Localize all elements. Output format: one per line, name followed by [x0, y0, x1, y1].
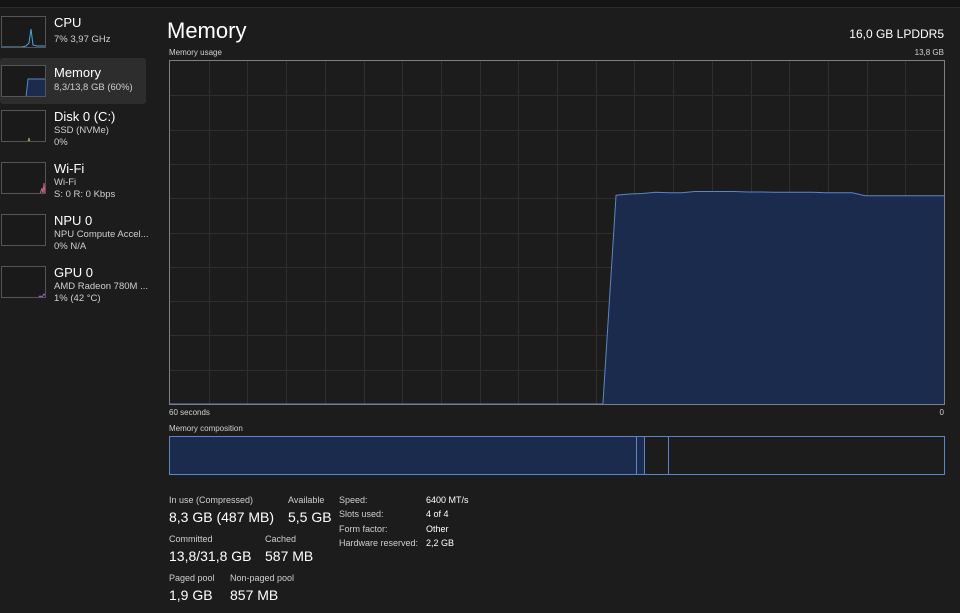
sidebar-item-disk[interactable]: Disk 0 (C:) SSD (NVMe) 0%	[0, 108, 146, 154]
page-title: Memory	[167, 18, 247, 43]
wifi-thumbnail-graph	[1, 162, 46, 194]
memory-usage-chart	[170, 61, 944, 404]
committed-value: 13,8/31,8 GB	[169, 548, 252, 564]
sidebar-item-detail: 1% (42 °C)	[54, 293, 101, 304]
memory-thumbnail-graph	[1, 65, 46, 97]
composition-segment-standby	[645, 437, 670, 474]
committed-label: Committed	[169, 534, 213, 544]
available-value: 5,5 GB	[288, 509, 332, 525]
sidebar-item-wifi[interactable]: Wi-Fi Wi-Fi S: 0 R: 0 Kbps	[0, 160, 146, 206]
paged-pool-label: Paged pool	[169, 573, 215, 583]
memory-composition-bar	[169, 436, 945, 475]
hardware-reserved-value: 2,2 GB	[426, 538, 455, 548]
usage-graph-max-label: 13,8 GB	[914, 48, 944, 57]
time-axis-left-label: 60 seconds	[169, 408, 210, 417]
sidebar-item-memory[interactable]: Memory 8,3/13,8 GB (60%)	[0, 58, 146, 104]
sidebar-item-detail: SSD (NVMe)	[54, 125, 109, 136]
cpu-thumbnail-graph	[1, 16, 46, 48]
in-use-label: In use (Compressed)	[169, 495, 254, 505]
sidebar-item-title: Disk 0 (C:)	[54, 109, 116, 124]
speed-value: 6400 MT/s	[426, 495, 469, 505]
form-factor-label: Form factor:	[339, 524, 388, 534]
sidebar-item-title: Wi-Fi	[54, 161, 85, 176]
sidebar-item-cpu[interactable]: CPU 7% 3,97 GHz	[0, 14, 146, 60]
sidebar-item-detail: 0%	[54, 137, 68, 148]
window-top-border	[0, 0, 960, 8]
memory-usage-graph	[169, 60, 945, 405]
available-label: Available	[288, 495, 325, 505]
gpu-thumbnail-graph	[1, 266, 46, 298]
composition-segment-in-use	[170, 437, 637, 474]
sidebar-item-title: Memory	[54, 65, 101, 80]
sidebar: CPU 7% 3,97 GHz Memory 8,3/13,8 GB (60%)…	[0, 8, 152, 613]
hardware-reserved-label: Hardware reserved:	[339, 538, 419, 548]
sidebar-item-title: CPU	[54, 15, 82, 30]
in-use-value: 8,3 GB (487 MB)	[169, 509, 275, 525]
sidebar-item-detail: S: 0 R: 0 Kbps	[54, 189, 116, 200]
composition-label: Memory composition	[169, 424, 243, 433]
form-factor-value: Other	[426, 524, 449, 534]
npu-thumbnail-graph	[1, 214, 46, 246]
composition-segment-free	[669, 437, 944, 474]
slots-used-label: Slots used:	[339, 509, 384, 519]
sidebar-item-detail: 8,3/13,8 GB (60%)	[54, 82, 133, 93]
non-paged-pool-value: 857 MB	[230, 587, 279, 603]
sidebar-item-detail: AMD Radeon 780M ...	[54, 281, 148, 292]
sidebar-item-detail: 7% 3,97 GHz	[54, 34, 111, 45]
composition-segment-modified	[636, 437, 646, 474]
non-paged-pool-label: Non-paged pool	[230, 573, 295, 583]
slots-used-value: 4 of 4	[426, 509, 449, 519]
disk-thumbnail-graph	[1, 110, 46, 142]
memory-panel: Memory 16,0 GB LPDDR5 Memory usage 13,8 …	[152, 8, 960, 613]
time-axis-right-label: 0	[939, 408, 944, 417]
sidebar-item-npu[interactable]: NPU 0 NPU Compute Accel... 0% N/A	[0, 212, 149, 258]
sidebar-item-title: GPU 0	[54, 265, 94, 280]
sidebar-item-title: NPU 0	[54, 213, 93, 228]
usage-graph-label: Memory usage	[169, 48, 222, 57]
cached-value: 587 MB	[265, 548, 314, 564]
sidebar-item-detail: 0% N/A	[54, 241, 87, 252]
sidebar-item-detail: Wi-Fi	[54, 177, 77, 188]
paged-pool-value: 1,9 GB	[169, 587, 213, 603]
sidebar-item-gpu[interactable]: GPU 0 AMD Radeon 780M ... 1% (42 °C)	[0, 264, 148, 310]
sidebar-item-detail: NPU Compute Accel...	[54, 229, 149, 240]
speed-label: Speed:	[339, 495, 368, 505]
memory-spec: 16,0 GB LPDDR5	[849, 27, 944, 41]
cached-label: Cached	[265, 534, 297, 544]
